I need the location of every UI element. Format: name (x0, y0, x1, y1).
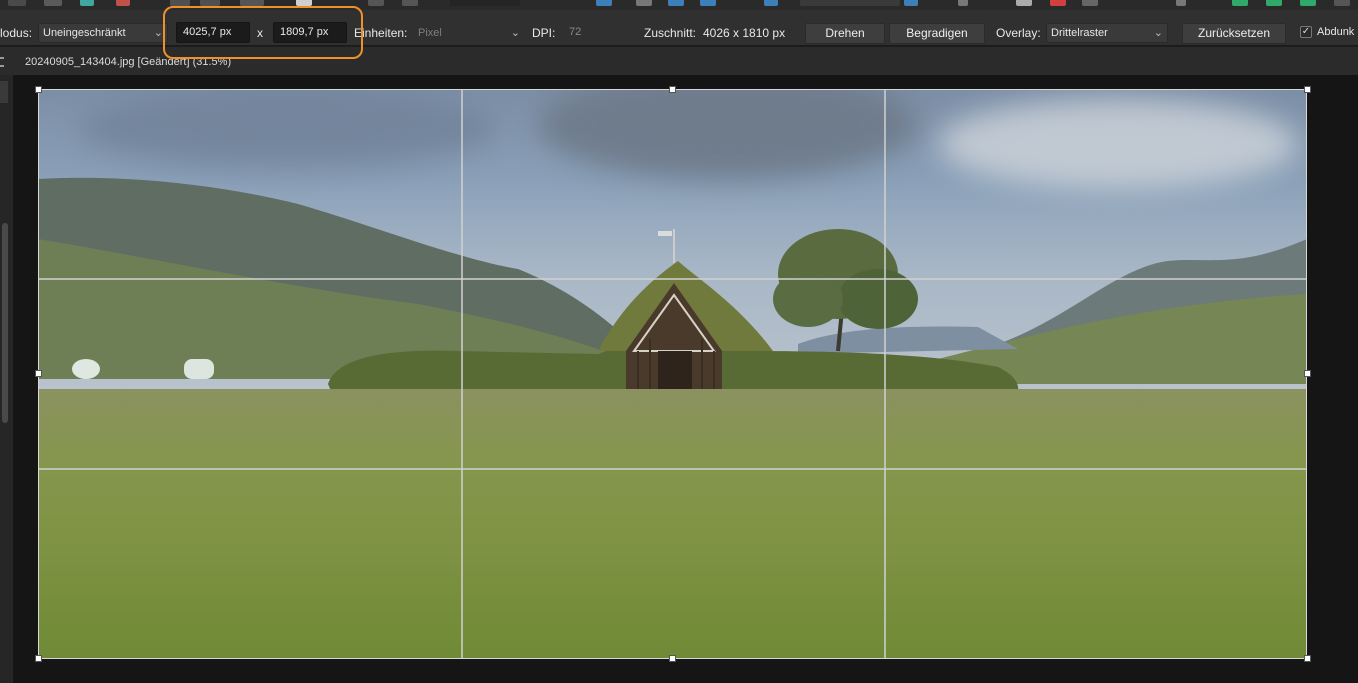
mode-select[interactable]: Uneingeschränkt ⌄ (38, 23, 168, 43)
toolbar-icon[interactable] (904, 0, 918, 6)
crop-context-toolbar: lodus: Uneingeschränkt ⌄ 4025,7 px x 180… (0, 10, 1358, 46)
crop-label: Zuschnitt: (644, 26, 697, 40)
reset-button[interactable]: Zurücksetzen (1182, 23, 1286, 44)
photo-ground (38, 389, 1307, 659)
toolbar-icon[interactable] (668, 0, 684, 6)
chevron-down-icon: ⌄ (510, 27, 520, 39)
dpi-value[interactable]: 72 (569, 26, 581, 38)
chevron-down-icon: ⌄ (1153, 27, 1163, 39)
crop-handle-top-left[interactable] (35, 86, 42, 93)
document-tab-bar: 20240905_143404.jpg [Geändert] (31.5%) (0, 47, 1358, 75)
crop-handle-top[interactable] (669, 86, 676, 93)
toolbar-icon[interactable] (402, 0, 418, 6)
mode-label: lodus: (0, 26, 33, 40)
toolbar-icon[interactable] (596, 0, 612, 6)
toolbar-icon[interactable] (700, 0, 716, 6)
toolbar-icon[interactable] (296, 0, 312, 6)
toolbar-icon[interactable] (170, 0, 190, 6)
toolbar-icon[interactable] (958, 0, 968, 6)
crop-handle-left[interactable] (35, 370, 42, 377)
toolbar-icon[interactable] (368, 0, 384, 6)
checkmark-icon: ✓ (1301, 26, 1311, 37)
panel-grip-icon[interactable] (0, 57, 4, 67)
toolbar-icon[interactable] (636, 0, 652, 6)
units-select-value: Pixel (418, 27, 442, 39)
panel-toggle-button[interactable] (0, 81, 8, 103)
crop-size-value: 4026 x 1810 px (703, 26, 786, 40)
darken-checkbox[interactable]: ✓ (1300, 26, 1312, 38)
left-panel-strip (0, 75, 13, 683)
vertical-scrollbar[interactable] (2, 223, 8, 423)
crop-handle-bottom-left[interactable] (35, 655, 42, 662)
toolbar-icon[interactable] (1082, 0, 1098, 6)
toolbar-icon[interactable] (240, 0, 264, 6)
toolbar-icon[interactable] (1050, 0, 1066, 6)
times-sign: x (257, 26, 263, 40)
toolbar-icon[interactable] (80, 0, 94, 6)
toolbar-icon[interactable] (1016, 0, 1032, 6)
toolbar-icon[interactable] (44, 0, 62, 6)
document-tab[interactable]: 20240905_143404.jpg [Geändert] (31.5%) (25, 56, 231, 68)
toolbar-icon[interactable] (8, 0, 26, 6)
units-label: Einheiten: (354, 26, 408, 40)
toolbar-icon[interactable] (1232, 0, 1248, 6)
toolbar-icon[interactable] (1334, 0, 1350, 6)
mode-select-value: Uneingeschränkt (43, 27, 126, 39)
overlay-select-value: Drittelraster (1051, 27, 1108, 39)
straighten-button[interactable]: Begradigen (889, 23, 985, 44)
width-input[interactable]: 4025,7 px (176, 22, 250, 43)
crop-handle-right[interactable] (1304, 370, 1311, 377)
toolbar-icon[interactable] (764, 0, 778, 6)
dpi-label: DPI: (532, 26, 556, 40)
photo-canvas[interactable] (38, 89, 1307, 659)
toolbar-icon[interactable] (1300, 0, 1316, 6)
toolbar-icon[interactable] (200, 0, 220, 6)
toolbar-icon[interactable] (1266, 0, 1282, 6)
crop-handle-bottom[interactable] (669, 655, 676, 662)
toolbar-icon[interactable] (800, 0, 900, 6)
rotate-button[interactable]: Drehen (805, 23, 885, 44)
chevron-down-icon: ⌄ (153, 27, 163, 39)
darken-label: Abdunk (1317, 26, 1355, 38)
units-select[interactable]: Pixel ⌄ (413, 23, 525, 43)
toolbar-icon[interactable] (450, 0, 520, 6)
overlay-label: Overlay: (996, 26, 1041, 40)
top-icon-strip (0, 0, 1358, 10)
crop-handle-bottom-right[interactable] (1304, 655, 1311, 662)
height-input[interactable]: 1809,7 px (273, 22, 347, 43)
toolbar-icon[interactable] (1176, 0, 1186, 6)
overlay-select[interactable]: Drittelraster ⌄ (1046, 23, 1168, 43)
toolbar-icon[interactable] (116, 0, 130, 6)
crop-handle-top-right[interactable] (1304, 86, 1311, 93)
